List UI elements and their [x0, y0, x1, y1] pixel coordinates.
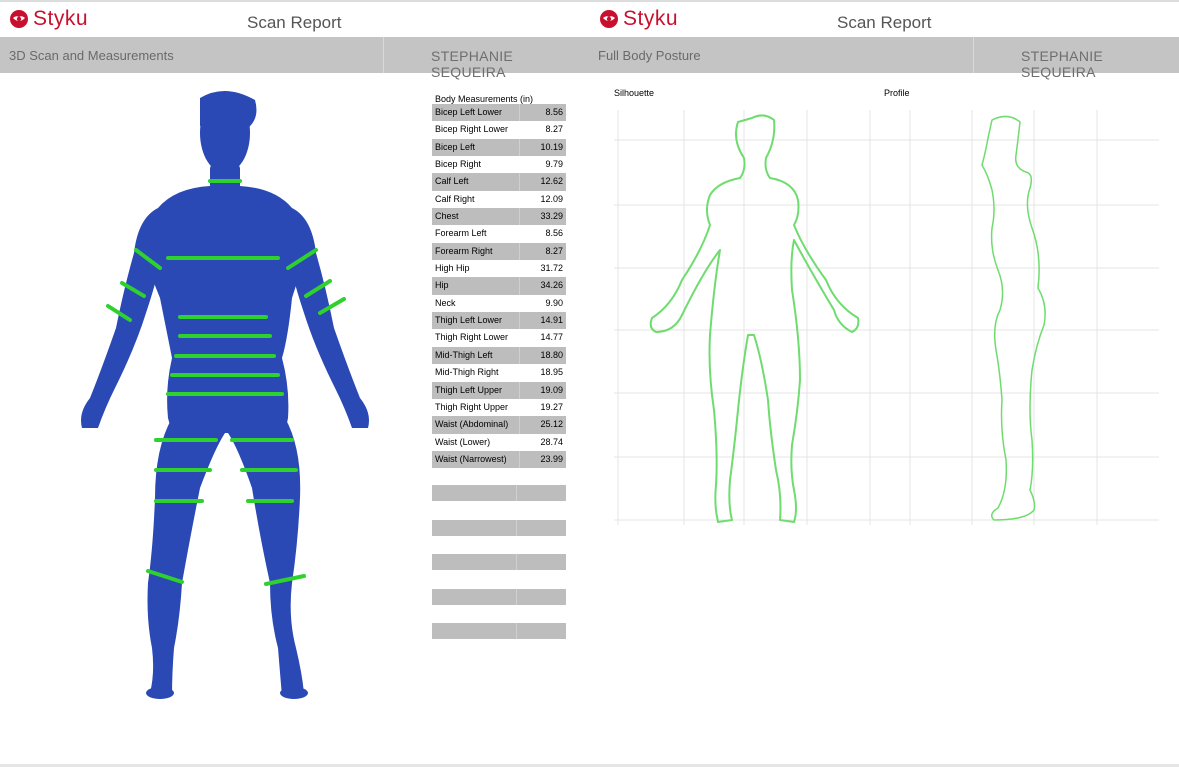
empty-row	[432, 554, 566, 570]
measurement-row: Forearm Right 8.27	[432, 242, 566, 261]
customer-name: STEPHANIE SEQUEIRA	[1021, 48, 1104, 80]
3d-body-scan	[81, 90, 369, 699]
measurement-value: 9.90	[545, 297, 563, 308]
measurement-row: Bicep Left Lower 8.56	[432, 104, 566, 122]
measurement-label: Forearm Left	[435, 228, 487, 239]
measurement-label: Thigh Right Upper	[435, 401, 509, 412]
measurement-value: 9.79	[545, 159, 563, 170]
measurement-value: 18.80	[540, 349, 563, 360]
page-title: Scan Report	[247, 13, 342, 32]
measurement-value: 14.77	[540, 332, 563, 343]
measurement-label: Waist (Lower)	[435, 436, 491, 447]
measurement-label: Calf Right	[435, 193, 475, 204]
measurement-row: Waist (Lower) 28.74	[432, 434, 566, 451]
styku-logo: Styku	[9, 7, 89, 30]
measurement-row: Calf Left 12.62	[432, 173, 566, 191]
measurement-value: 8.27	[545, 245, 563, 256]
header-divider	[383, 37, 384, 73]
measurement-label: High Hip	[435, 263, 470, 274]
empty-row	[432, 520, 566, 536]
measurement-row: Bicep Right Lower 8.27	[432, 121, 566, 138]
measurement-row: Thigh Right Lower 14.77	[432, 329, 566, 346]
empty-row	[432, 485, 566, 501]
measurement-label: Bicep Right	[435, 159, 482, 170]
measurement-row: Bicep Right 9.79	[432, 156, 566, 173]
measurement-label: Chest	[432, 208, 520, 226]
measurement-row: Mid-Thigh Right 18.95	[432, 364, 566, 381]
page-title: Scan Report	[837, 13, 932, 32]
measurement-value: 12.09	[540, 193, 563, 204]
measurement-row: Hip 34.26	[432, 277, 566, 295]
measurement-label: Mid-Thigh Left	[432, 346, 520, 365]
measurement-label: Bicep Left	[432, 138, 520, 157]
measurement-value: 10.19	[540, 141, 563, 152]
measurement-value: 19.09	[540, 384, 563, 395]
measurement-value: 18.95	[540, 367, 563, 378]
measurement-value: 8.56	[545, 228, 563, 239]
section-title: 3D Scan and Measurements	[9, 48, 174, 63]
measurement-row: Neck 9.90	[432, 295, 566, 312]
measurement-label: Waist (Abdominal)	[432, 416, 520, 434]
measurement-row: Waist (Narrowest) 23.99	[432, 450, 566, 469]
measurement-row: Thigh Left Upper 19.09	[432, 381, 566, 399]
empty-row	[432, 589, 566, 605]
measurement-value: 8.56	[545, 107, 563, 117]
measurement-value: 33.29	[540, 211, 563, 222]
empty-row	[432, 623, 566, 639]
measurement-value: 34.26	[540, 280, 563, 291]
measurement-label: Forearm Right	[432, 242, 520, 261]
customer-name: STEPHANIE SEQUEIRA	[431, 48, 514, 80]
styku-logo-text: Styku	[33, 7, 89, 30]
measurement-value: 19.27	[540, 401, 563, 412]
measurement-label: Mid-Thigh Right	[435, 367, 499, 378]
measurement-value: 8.27	[545, 124, 563, 135]
styku-logo: Styku	[599, 7, 679, 30]
measurement-value: 31.72	[540, 263, 563, 274]
measurement-label: Thigh Left Lower	[432, 312, 520, 330]
measurements-rows: Bicep Left Lower 8.56 Bicep Right Lower 8.2…	[432, 104, 566, 469]
measurement-label: Bicep Left Lower	[432, 104, 520, 122]
styku-logo-icon	[10, 10, 28, 28]
profile-label: Profile	[884, 88, 910, 98]
measurement-label: Bicep Right Lower	[435, 124, 509, 135]
measurements-header: Body Measurements (in)	[435, 94, 534, 104]
silhouette-outline	[649, 114, 860, 523]
measurement-row: Thigh Right Upper 19.27	[432, 399, 566, 416]
measurement-row: Bicep Left 10.19	[432, 138, 566, 157]
measurements-table: Body Measurements (in) Bicep Left Lower 8…	[432, 90, 566, 469]
measurement-value: 25.12	[540, 419, 563, 430]
posture-panel: Styku Scan Report Full Body Posture STEP…	[590, 2, 1179, 767]
styku-logo-text: Styku	[623, 7, 679, 30]
posture-grid	[614, 110, 1159, 525]
measurement-value: 12.62	[540, 176, 563, 187]
measurement-value: 23.99	[540, 453, 563, 464]
measurement-value: 28.74	[540, 436, 563, 447]
profile-outline	[981, 115, 1046, 521]
measurement-row: High Hip 31.72	[432, 260, 566, 277]
measurement-row: Calf Right 12.09	[432, 191, 566, 208]
section-title: Full Body Posture	[598, 48, 701, 63]
measurement-label: Thigh Right Lower	[435, 332, 509, 343]
measurement-label: Thigh Left Upper	[432, 381, 520, 399]
styku-logo-icon	[600, 10, 618, 28]
header-divider	[973, 37, 974, 73]
measurement-row: Thigh Left Lower 14.91	[432, 312, 566, 330]
measurement-row: Forearm Left 8.56	[432, 225, 566, 242]
measurement-label: Hip	[432, 277, 520, 295]
measurement-label: Calf Left	[432, 173, 520, 191]
measurement-value: 14.91	[540, 315, 563, 326]
measurement-row: Chest 33.29	[432, 208, 566, 226]
silhouette-label: Silhouette	[614, 88, 655, 98]
measurement-label: Waist (Narrowest)	[432, 450, 520, 469]
measurement-row: Mid-Thigh Left 18.80	[432, 346, 566, 365]
measurement-row: Waist (Abdominal) 25.12	[432, 416, 566, 434]
scan-measurements-panel: Styku Scan Report 3D Scan and Measuremen…	[0, 2, 590, 767]
measurement-label: Neck	[435, 297, 456, 308]
